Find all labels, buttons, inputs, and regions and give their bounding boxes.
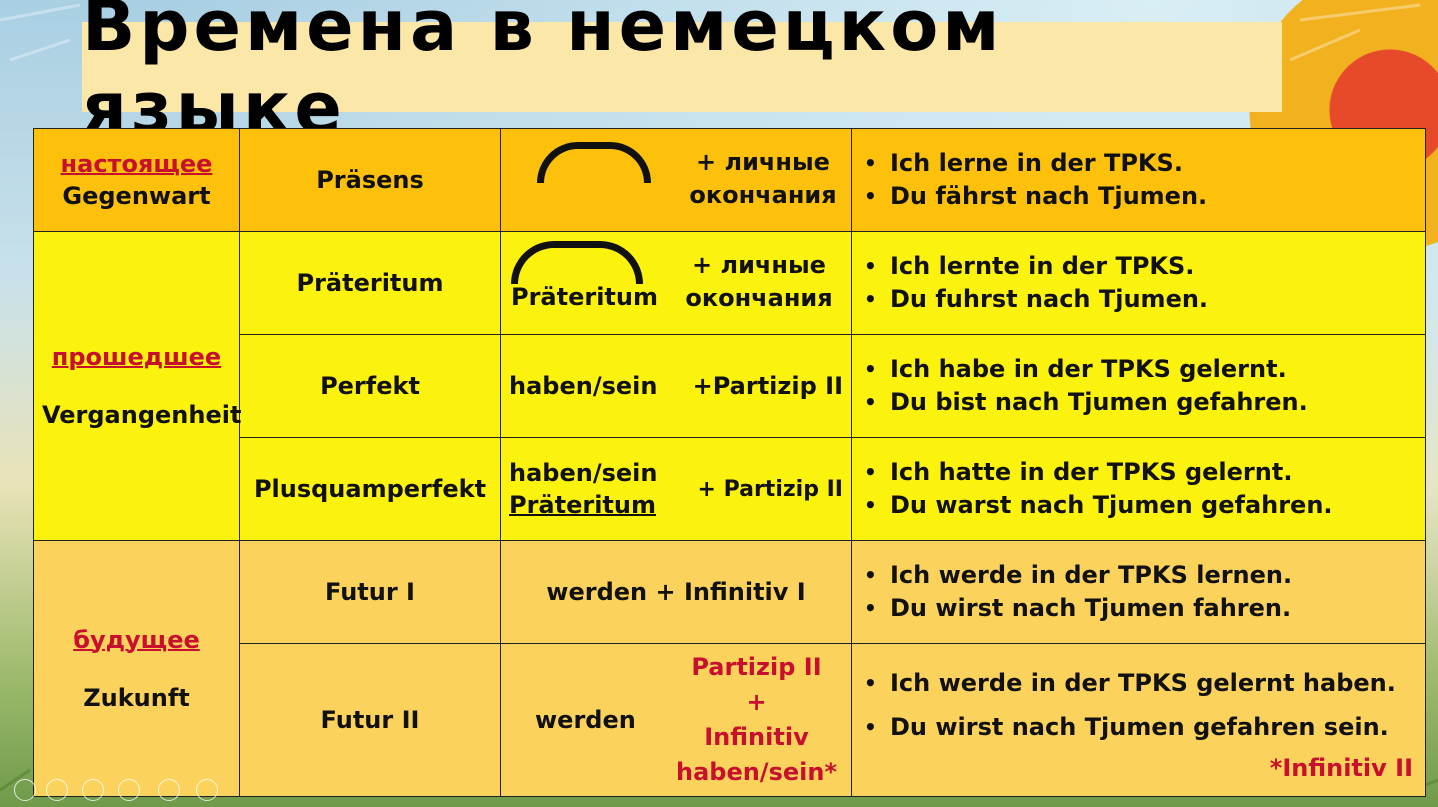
futur1-examples: Ich werde in der TPKS lernen. Du wirst n… xyxy=(851,540,1426,644)
example-item: Du warst nach Tjumen gefahren. xyxy=(864,489,1417,522)
perfekt-suffix: +Partizip II xyxy=(692,372,843,400)
plusquamperfekt-suffix: + Partizip II xyxy=(697,476,843,502)
example-item: Du fährst nach Tjumen. xyxy=(864,180,1417,213)
present-ending-line1: + личные xyxy=(696,148,830,176)
futur1-row: будущее Zukunft Futur I werden + Infinit… xyxy=(33,540,1426,797)
title-banner: Времена в немецком языке xyxy=(82,0,1282,149)
plusquamperfekt-tense-name: Plusquamperfekt xyxy=(239,437,501,541)
example-item: Ich habe in der TPKS gelernt. xyxy=(864,353,1417,386)
futur2-part: + xyxy=(746,688,767,716)
perfekt-examples: Ich habe in der TPKS gelernt. Du bist na… xyxy=(851,334,1426,438)
future-label-de: Zukunft xyxy=(83,683,190,712)
present-tense-name: Präsens xyxy=(239,128,501,232)
present-formula: + личные окончания xyxy=(500,128,852,232)
example-item: Du fuhrst nach Tjumen. xyxy=(864,283,1417,316)
example-item: Du wirst nach Tjumen gefahren sein. xyxy=(864,705,1417,749)
present-ending-line2: окончания xyxy=(689,181,837,209)
future-label-ru: будущее xyxy=(73,625,200,654)
example-item: Ich werde in der TPKS lernen. xyxy=(864,559,1417,592)
praeteritum-row: прошедшее Vergangenheit Präteritum Präte… xyxy=(33,231,1426,541)
pen-icon[interactable] xyxy=(82,779,104,801)
page-title: Времена в немецком языке xyxy=(82,0,1004,149)
futur2-aux: werden xyxy=(535,706,636,734)
verb-stem-arc-icon xyxy=(537,142,651,183)
perfekt-row: Perfekt haben/sein +Partizip II Ich habe… xyxy=(34,334,1426,438)
past-label-ru: прошедшее xyxy=(51,343,222,371)
present-examples: Ich lerne in der TPKS. Du fährst nach Tj… xyxy=(851,128,1426,232)
example-item: Ich hatte in der TPKS gelernt. xyxy=(864,456,1417,489)
present-label-ru: настоящее xyxy=(60,150,213,178)
futur2-examples: Ich werde in der TPKS gelernt haben. Du … xyxy=(851,643,1426,797)
plusquamperfekt-aux1: haben/sein xyxy=(509,459,658,487)
example-item: Ich werde in der TPKS gelernt haben. xyxy=(864,661,1417,705)
verb-stem-arc-icon xyxy=(511,241,643,284)
plusquamperfekt-aux2: Präteritum xyxy=(509,491,656,519)
past-label-de: Vergangenheit xyxy=(42,401,242,429)
futur1-tense-name: Futur I xyxy=(239,540,501,644)
example-item: Ich lerne in der TPKS. xyxy=(864,147,1417,180)
praeteritum-formula: Präteritum + личные окончания xyxy=(500,231,852,335)
futur1-formula: werden + Infinitiv I xyxy=(500,540,852,644)
perfekt-formula: haben/sein +Partizip II xyxy=(500,334,852,438)
perfekt-aux: haben/sein xyxy=(509,372,658,400)
future-label-cell: будущее Zukunft xyxy=(33,540,240,797)
slides-grid-icon[interactable] xyxy=(118,779,140,801)
present-label-cell: настоящее Gegenwart xyxy=(33,128,240,232)
tenses-table: настоящее Gegenwart Präsens + личные око… xyxy=(33,128,1426,797)
next-slide-icon[interactable] xyxy=(46,779,68,801)
futur2-part: Infinitiv xyxy=(704,723,809,751)
present-label-de: Gegenwart xyxy=(62,182,211,210)
praeteritum-tense-name: Präteritum xyxy=(239,231,501,335)
example-item: Du wirst nach Tjumen fahren. xyxy=(864,592,1417,625)
praeteritum-ending-line1: + личные xyxy=(692,251,826,279)
present-row: настоящее Gegenwart Präsens + личные око… xyxy=(33,128,1426,232)
more-options-icon[interactable] xyxy=(196,779,218,801)
futur2-part: haben/sein* xyxy=(675,758,837,786)
praeteritum-ending-line2: окончания xyxy=(685,284,833,312)
plusquamperfekt-row: Plusquamperfekt haben/sein Präteritum + … xyxy=(34,437,1426,541)
example-item: Du bist nach Tjumen gefahren. xyxy=(864,386,1417,419)
previous-slide-icon[interactable] xyxy=(14,779,36,801)
praeteritum-examples: Ich lernte in der TPKS. Du fuhrst nach T… xyxy=(851,231,1426,335)
example-item: Ich lernte in der TPKS. xyxy=(864,250,1417,283)
plusquamperfekt-formula: haben/sein Präteritum + Partizip II xyxy=(500,437,852,541)
futur2-footnote: *Infinitiv II xyxy=(1269,754,1413,782)
futur2-row: Futur II werden Partizip II + Infinitiv … xyxy=(34,643,1426,797)
futur2-part: Partizip II xyxy=(691,653,822,681)
praeteritum-form-word: Präteritum xyxy=(511,283,658,311)
zoom-icon[interactable] xyxy=(158,779,180,801)
past-label-cell: прошедшее Vergangenheit xyxy=(33,231,242,541)
plusquamperfekt-examples: Ich hatte in der TPKS gelernt. Du warst … xyxy=(851,437,1426,541)
futur2-formula: werden Partizip II + Infinitiv haben/sei… xyxy=(500,643,852,797)
futur2-tense-name: Futur II xyxy=(239,643,501,797)
perfekt-tense-name: Perfekt xyxy=(239,334,501,438)
